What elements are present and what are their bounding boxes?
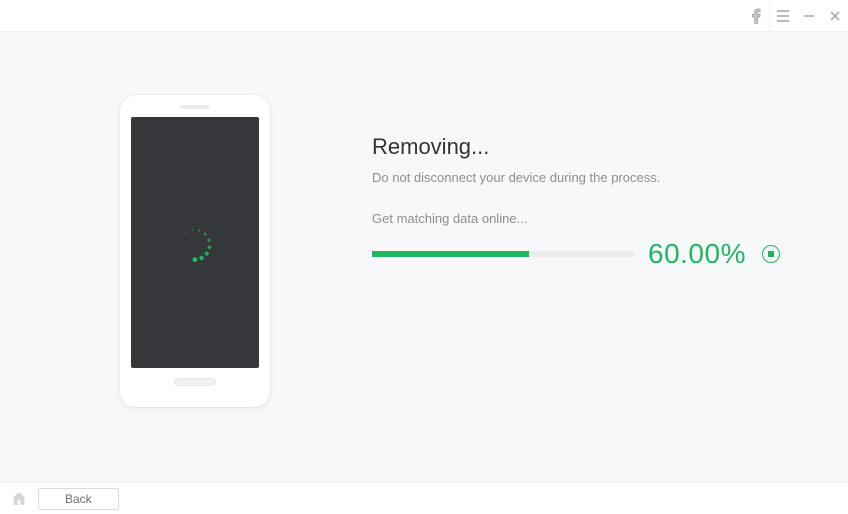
- stop-icon: [768, 251, 774, 257]
- titlebar-controls: [743, 0, 848, 31]
- progress-panel: Removing... Do not disconnect your devic…: [372, 134, 798, 270]
- progress-percent: 60.00%: [648, 238, 746, 270]
- back-button[interactable]: Back: [38, 488, 119, 510]
- titlebar: [0, 0, 848, 32]
- phone-speaker: [180, 105, 210, 109]
- close-icon[interactable]: [822, 0, 848, 31]
- phone-home-button: [174, 378, 216, 386]
- phone-graphic: [120, 95, 270, 407]
- spinner-icon: [170, 217, 219, 266]
- footer: Back: [0, 482, 848, 514]
- status-text: Get matching data online...: [372, 211, 798, 226]
- stop-button[interactable]: [762, 245, 780, 263]
- progress-row: 60.00%: [372, 238, 798, 270]
- content-area: Removing... Do not disconnect your devic…: [0, 32, 848, 482]
- facebook-icon[interactable]: [743, 0, 769, 31]
- subtext: Do not disconnect your device during the…: [372, 170, 798, 185]
- minimize-icon[interactable]: [796, 0, 822, 31]
- heading: Removing...: [372, 134, 798, 160]
- progress-bar: [372, 251, 634, 257]
- phone-screen: [131, 117, 259, 368]
- menu-icon[interactable]: [770, 0, 796, 31]
- progress-fill: [372, 251, 529, 257]
- home-icon[interactable]: [10, 490, 28, 508]
- phone-body: [120, 95, 270, 407]
